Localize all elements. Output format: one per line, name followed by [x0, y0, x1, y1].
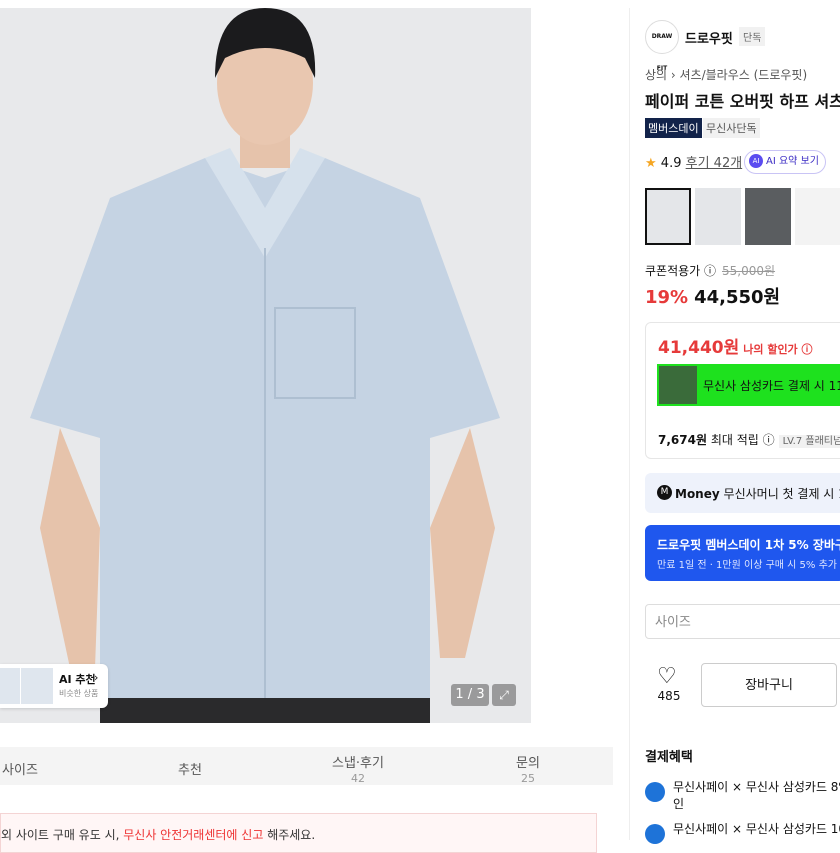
card-benefit-text: 무신사 삼성카드 결제 시 11 [703, 379, 840, 393]
points-value: 7,674원 [658, 433, 707, 447]
promo-subtitle: 만료 1일 전 · 1만원 이상 구매 시 5% 추가 할 [657, 560, 840, 571]
size-select[interactable]: 사이즈 [645, 604, 840, 639]
promo-banner[interactable]: 드로우핏 멤버스데이 1차 5% 장바구 만료 1일 전 · 1만원 이상 구매… [645, 525, 840, 581]
brand-name[interactable]: 드로우핏 [685, 28, 733, 47]
tab-count: 42 [351, 772, 365, 785]
like-count: 485 [657, 689, 681, 703]
color-swatch[interactable] [795, 188, 840, 245]
ai-rec-subtitle: 비슷한 상품 [59, 689, 99, 698]
product-tabs: 사이즈 추천 스냅·후기 42 문의 25 [0, 747, 613, 785]
samsung-card-icon [645, 782, 665, 802]
image-counter: 1 / 3 [451, 684, 489, 706]
my-price: 41,440원 [658, 338, 740, 358]
cart-button[interactable]: 장바구니 [701, 663, 837, 707]
ai-rec-title: AI 추천 [59, 673, 96, 686]
color-swatch[interactable] [695, 188, 741, 245]
ai-summary-label: AI 요약 보기 [766, 156, 819, 167]
money-brand: Money [675, 487, 720, 501]
breadcrumb[interactable]: 상의 › 셔츠/블라우스 (드로우핏) [645, 66, 807, 83]
similar-thumb [0, 668, 20, 704]
coupon-label: 쿠폰적용가 ⓘ [645, 264, 717, 278]
tab-inquiry[interactable]: 문의 25 [500, 752, 556, 785]
musinsa-money-banner[interactable]: M Money 무신사머니 첫 결제 시 1 [645, 473, 840, 513]
member-level: LV.7 플래티넘 [778, 435, 840, 448]
exclusive-badge: 무신사단독 [703, 118, 760, 138]
points-label: 최대 적립 ⓘ [710, 433, 775, 447]
sale-price: 44,550원 [694, 287, 781, 308]
money-text: 무신사머니 첫 결제 시 1 [723, 487, 840, 501]
benefit-sub: 인 [673, 797, 685, 811]
color-swatch[interactable] [645, 188, 691, 245]
my-price-label: 나의 할인가 ⓘ [743, 343, 813, 356]
benefit-text: 무신사페이 × 무신사 삼성카드 8% [673, 780, 840, 794]
money-icon: M [657, 485, 672, 500]
heart-icon[interactable]: ♡ [657, 664, 677, 689]
payment-benefit-item[interactable]: 무신사페이 × 무신사 삼성카드 10 [645, 820, 840, 844]
column-divider [629, 8, 630, 840]
tab-label: 추천 [178, 763, 202, 778]
benefit-text: 무신사페이 × 무신사 삼성카드 10 [673, 822, 840, 836]
payment-benefit-item[interactable]: 무신사페이 × 무신사 삼성카드 8% 인 [645, 778, 840, 812]
ai-summary-button[interactable]: AI AI 요약 보기 [744, 150, 826, 174]
points-row: 7,674원 최대 적립 ⓘ LV.7 플래티넘 [658, 431, 840, 448]
product-title: 페이퍼 코튼 오버핏 하프 셔츠 [645, 92, 840, 111]
card-benefit-banner[interactable]: 무신사 삼성카드 결제 시 11 [657, 364, 840, 406]
rating-row: ★ 4.9 후기 42개 [645, 152, 742, 171]
similar-thumb [21, 668, 53, 704]
star-icon: ★ [645, 156, 657, 171]
safety-notice: 외 사이트 구매 유도 시, 무신사 안전거래센터에 신고 해주세요. [0, 813, 597, 853]
ai-icon: AI [749, 154, 763, 168]
coupon-price-row: 쿠폰적용가 ⓘ 55,000원 [645, 262, 775, 279]
color-swatch[interactable] [745, 188, 791, 245]
reviews-link[interactable]: 후기 42개 [686, 156, 743, 171]
card-image [659, 366, 697, 404]
brand-tag: 단독 [739, 27, 766, 46]
original-price: 55,000원 [722, 264, 776, 278]
price-row: 19% 44,550원 [645, 283, 780, 309]
samsung-card-icon [645, 824, 665, 844]
tab-count: 25 [521, 772, 535, 785]
tab-recommend[interactable]: 추천 [160, 759, 220, 778]
tab-reviews[interactable]: 스냅·후기 42 [318, 752, 398, 785]
expand-icon[interactable]: ⤢ [492, 684, 516, 706]
product-photo[interactable] [0, 8, 531, 723]
ai-recommend-chip[interactable]: AI 추천 › 비슷한 상품 [0, 664, 108, 708]
chevron-right-icon: › [94, 671, 99, 684]
tab-label: 사이즈 [2, 763, 38, 778]
membersday-badge: 멤버스데이 [645, 118, 702, 138]
brand-logo[interactable]: DRAW FIT [645, 20, 679, 72]
promo-title: 드로우핏 멤버스데이 1차 5% 장바구 [657, 538, 840, 552]
model-illustration [0, 8, 531, 723]
tab-size[interactable]: 사이즈 [0, 759, 40, 778]
tab-label: 스냅·후기 [332, 756, 384, 771]
rating-value: 4.9 [660, 156, 682, 171]
discount-rate: 19% [645, 287, 689, 308]
payment-benefits-heading: 결제혜택 [645, 750, 693, 765]
tab-label: 문의 [516, 756, 540, 771]
my-price-row: 41,440원 나의 할인가 ⓘ [658, 333, 813, 358]
